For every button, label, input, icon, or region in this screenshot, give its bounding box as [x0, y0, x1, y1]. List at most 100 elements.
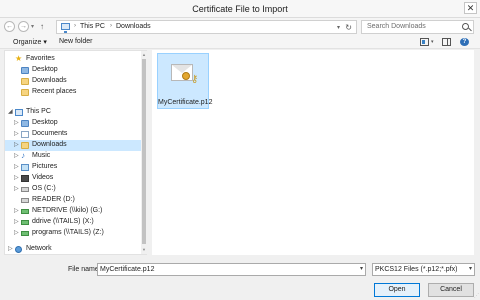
expand-caret-icon[interactable]: ▷	[14, 185, 19, 192]
network-drive-icon	[21, 220, 29, 225]
expand-caret-icon[interactable]: ▷	[14, 130, 19, 137]
up-button[interactable]: ↑	[40, 22, 44, 31]
documents-icon	[21, 131, 29, 138]
sidebar-item-label: Network	[26, 245, 52, 252]
file-item-mycertificate[interactable]: ⚷ MyCertificate.p12	[157, 53, 213, 109]
expand-caret-icon[interactable]: ▷	[14, 152, 19, 159]
sidebar-item-label: Favorites	[26, 55, 55, 62]
sidebar-item-label: Downloads	[32, 77, 67, 84]
refresh-icon[interactable]: ↻	[345, 23, 352, 32]
organize-button[interactable]: Organize ▾	[13, 38, 47, 46]
scroll-down-arrow[interactable]: ▼	[141, 247, 147, 252]
file-name-input[interactable]: MyCertificate.p12 ▾	[97, 263, 366, 276]
folder-blue-icon	[21, 67, 29, 74]
recent-locations-button[interactable]: ▾	[31, 23, 34, 30]
breadcrumb-separator[interactable]: ›	[74, 23, 76, 29]
sidebar-item-label: OS (C:)	[32, 185, 56, 192]
navigation-bar: ← → ▾ ↑ › This PC › Downloads ▾ ↻ Search…	[0, 18, 480, 36]
navigation-scrollbar[interactable]: ▲ ▼	[141, 51, 147, 254]
expand-caret-icon[interactable]: ▷	[14, 141, 19, 148]
open-button[interactable]: Open	[374, 283, 420, 297]
sidebar-item-downloads[interactable]: Downloads	[5, 76, 141, 87]
view-options-caret[interactable]: ▾	[431, 39, 434, 45]
expand-caret-icon[interactable]: ▷	[14, 163, 19, 170]
cancel-button[interactable]: Cancel	[428, 283, 474, 297]
sidebar-item-ddrive-tails-x[interactable]: ▷ ddrive (\\TAILS) (X:)	[5, 217, 141, 228]
sidebar-item-music[interactable]: ▷ ♪ Music	[5, 151, 141, 162]
window-title: Certificate File to Import	[192, 4, 288, 14]
expand-caret-icon[interactable]: ▷	[14, 207, 19, 214]
sidebar-item-recent-places[interactable]: Recent places	[5, 87, 141, 98]
new-folder-button[interactable]: New folder	[59, 38, 92, 45]
file-name-label: MyCertificate.p12	[158, 99, 213, 106]
star-icon: ★	[15, 54, 23, 63]
command-toolbar: Organize ▾ New folder ▾ ?	[0, 36, 480, 49]
computer-icon	[61, 23, 70, 33]
certificate-icon	[171, 64, 193, 81]
sidebar-item-desktop[interactable]: Desktop	[5, 65, 141, 76]
expand-caret-icon[interactable]: ▷	[14, 229, 19, 236]
file-name-label: File name:	[68, 266, 101, 273]
file-type-dropdown-icon[interactable]: ▾	[469, 264, 472, 275]
sidebar-item-label: Desktop	[32, 119, 58, 126]
network-icon	[15, 246, 22, 253]
resize-grip-icon[interactable]: ⋰	[474, 293, 479, 299]
sidebar-item-programs-tails-z[interactable]: ▷ programs (\\TAILS) (Z:)	[5, 228, 141, 239]
folder-blue-icon	[21, 120, 29, 127]
close-button[interactable]: ✕	[464, 2, 477, 14]
sidebar-item-downloads[interactable]: ▷ Downloads	[5, 140, 141, 151]
expand-caret-icon[interactable]: ▷	[8, 245, 13, 252]
sidebar-item-label: ddrive (\\TAILS) (X:)	[32, 218, 94, 225]
sidebar-item-reader-d[interactable]: READER (D:)	[5, 195, 141, 206]
file-list-pane[interactable]: ⚷ MyCertificate.p12	[152, 50, 474, 255]
change-view-icon[interactable]	[420, 38, 429, 46]
folder-icon	[21, 78, 29, 85]
sidebar-item-label: Documents	[32, 130, 68, 137]
title-bar: Certificate File to Import ✕	[0, 0, 480, 18]
expand-caret-icon[interactable]: ◢	[8, 108, 13, 115]
address-dropdown-icon[interactable]: ▾	[337, 24, 340, 31]
sidebar-item-netdrive-kilo-g[interactable]: ▷ NETDRIVE (\\kilo) (G:)	[5, 206, 141, 217]
file-type-select[interactable]: PKCS12 Files (*.p12;*.pfx) ▾	[372, 263, 475, 276]
computer-icon	[15, 109, 23, 116]
breadcrumb-this-pc[interactable]: This PC	[80, 23, 105, 30]
drive-icon	[21, 198, 29, 203]
file-type-value: PKCS12 Files (*.p12;*.pfx)	[375, 266, 458, 273]
back-button[interactable]: ←	[4, 21, 15, 32]
help-icon[interactable]: ?	[460, 38, 469, 46]
sidebar-item-label: programs (\\TAILS) (Z:)	[32, 229, 104, 236]
sidebar-item-label: Recent places	[32, 88, 77, 95]
sidebar-item-label: Videos	[32, 174, 54, 181]
sidebar-item-documents[interactable]: ▷ Documents	[5, 129, 141, 140]
expand-caret-icon[interactable]: ▷	[14, 174, 19, 181]
expand-caret-icon[interactable]: ▷	[14, 119, 19, 126]
sidebar-item-this-pc[interactable]: ◢ This PC	[5, 107, 141, 118]
drive-icon	[21, 187, 29, 192]
address-bar[interactable]: › This PC › Downloads ▾ ↻	[56, 20, 357, 34]
preview-pane-icon[interactable]	[442, 38, 451, 46]
breadcrumb-downloads[interactable]: Downloads	[116, 23, 151, 30]
file-selection-panel: File name: MyCertificate.p12 ▾ PKCS12 Fi…	[0, 256, 480, 300]
search-icon	[462, 23, 469, 30]
sidebar-item-label: Desktop	[32, 66, 58, 73]
breadcrumb-separator[interactable]: ›	[110, 23, 112, 29]
navigation-pane[interactable]: ★ Favorites Desktop Downloads Recent places ◢…	[4, 50, 147, 255]
videos-icon	[21, 175, 29, 182]
sidebar-item-desktop[interactable]: ▷ Desktop	[5, 118, 141, 129]
sidebar-item-favorites[interactable]: ★ Favorites	[5, 54, 141, 65]
expand-caret-icon[interactable]: ▷	[14, 218, 19, 225]
search-input[interactable]: Search Downloads	[361, 20, 474, 34]
forward-button[interactable]: →	[18, 21, 29, 32]
sidebar-item-label: Pictures	[32, 163, 58, 170]
scroll-thumb[interactable]	[142, 59, 146, 244]
sidebar-item-os-c[interactable]: ▷ OS (C:)	[5, 184, 141, 195]
key-icon: ⚷	[191, 74, 199, 85]
file-name-dropdown-icon[interactable]: ▾	[360, 264, 363, 275]
sidebar-item-label: Music	[32, 152, 51, 159]
sidebar-item-videos[interactable]: ▷ Videos	[5, 173, 141, 184]
scroll-up-arrow[interactable]: ▲	[141, 52, 147, 57]
folder-icon	[21, 89, 29, 96]
sidebar-item-network[interactable]: ▷ Network	[5, 244, 141, 255]
sidebar-item-pictures[interactable]: ▷ Pictures	[5, 162, 141, 173]
network-drive-icon	[21, 231, 29, 236]
